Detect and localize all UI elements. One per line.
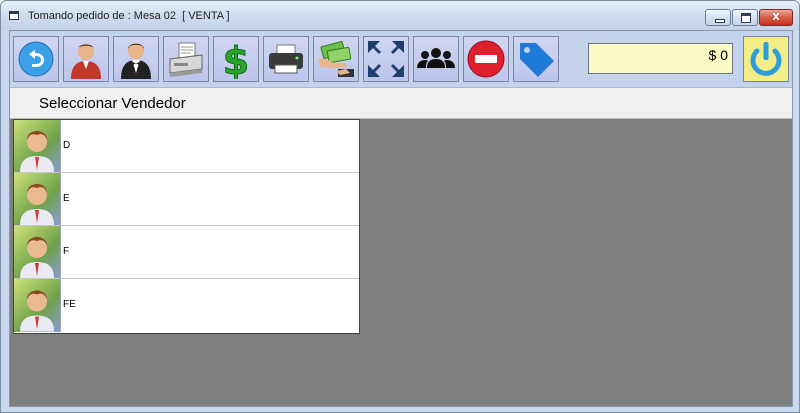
window-icon [9, 11, 19, 20]
back-icon [18, 41, 54, 77]
person-icon [20, 131, 54, 172]
vendor-avatar [14, 173, 61, 225]
vendor-name: E [63, 193, 70, 204]
waiter-button[interactable] [63, 36, 109, 82]
section-header: Seleccionar Vendedor [10, 88, 792, 119]
vendor-name: D [63, 140, 71, 151]
maximize-button[interactable] [732, 9, 758, 26]
svg-text:$: $ [223, 39, 249, 79]
butler-icon [121, 43, 151, 79]
receipt-printer-button[interactable] [163, 36, 209, 82]
cancel-button[interactable] [463, 36, 509, 82]
close-icon: x [772, 9, 780, 23]
payment-button[interactable] [313, 36, 359, 82]
person-icon [20, 237, 54, 278]
power-icon [750, 42, 782, 76]
back-button[interactable] [13, 36, 59, 82]
section-title: Seleccionar Vendedor [39, 95, 186, 112]
printer-icon [269, 44, 303, 74]
waiter-icon [71, 44, 101, 79]
vendor-list: D E F FE [13, 119, 360, 334]
close-button[interactable]: x [759, 9, 793, 26]
exit-button[interactable] [743, 36, 789, 82]
vendor-avatar [14, 120, 61, 172]
butler-button[interactable] [113, 36, 159, 82]
dollar-icon: $ [222, 39, 249, 79]
cancel-icon [467, 40, 505, 78]
money-hand-icon [318, 41, 354, 77]
vendor-name: FE [63, 299, 76, 310]
fullscreen-button[interactable] [363, 36, 409, 82]
person-icon [20, 290, 54, 332]
tag-button[interactable] [513, 36, 559, 82]
group-icon [417, 48, 455, 68]
tag-icon [520, 43, 554, 77]
vendor-avatar [14, 226, 61, 278]
minimize-button[interactable] [705, 9, 731, 26]
dollar-button[interactable]: $ [213, 36, 259, 82]
customers-button[interactable] [413, 36, 459, 82]
print-button[interactable] [263, 36, 309, 82]
fullscreen-icon [368, 41, 404, 77]
vendor-name: F [63, 246, 70, 257]
total-display: $ 0 [588, 43, 733, 74]
vendor-item[interactable]: F [14, 226, 359, 279]
toolbar: $ $ 0 [10, 31, 792, 88]
vendor-item[interactable]: FE [14, 279, 359, 332]
person-icon [20, 184, 54, 225]
vendor-item[interactable]: D [14, 120, 359, 173]
vendor-item[interactable]: E [14, 173, 359, 226]
title-bar[interactable]: Tomando pedido de : Mesa 02 [ VENTA ] x [1, 1, 799, 30]
app-window: Tomando pedido de : Mesa 02 [ VENTA ] x [0, 0, 800, 413]
receipt-printer-icon [169, 42, 203, 77]
vendor-avatar [14, 279, 61, 332]
main-panel: $ $ 0 Seleccionar Vendedor D E F FE [9, 30, 793, 407]
window-title: Tomando pedido de : Mesa 02 [ VENTA ] [28, 10, 230, 22]
